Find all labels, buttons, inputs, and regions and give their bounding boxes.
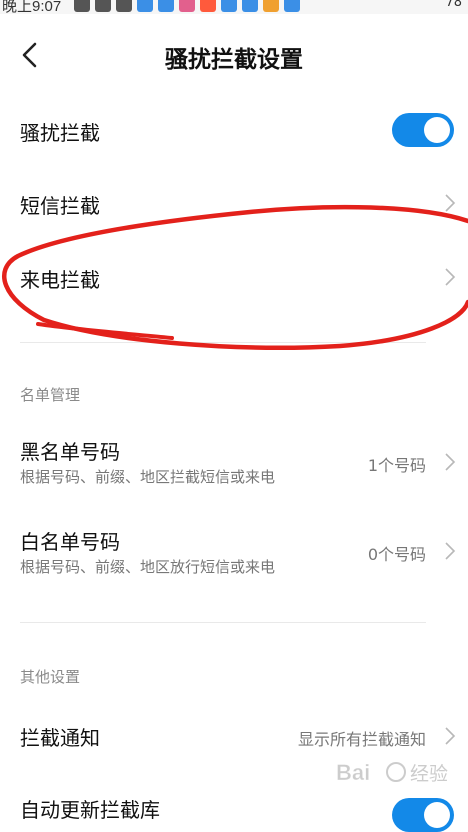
auto-update-row[interactable]: 自动更新拦截库 bbox=[0, 790, 468, 832]
divider bbox=[20, 342, 426, 343]
toggle-knob bbox=[424, 117, 450, 143]
app-icon bbox=[95, 0, 111, 12]
chevron-right-icon bbox=[445, 268, 456, 286]
block-notification-label: 拦截通知 bbox=[20, 726, 100, 750]
svg-text:经验: 经验 bbox=[410, 763, 448, 785]
status-time: 晚上9:07 bbox=[2, 0, 62, 14]
call-block-row[interactable]: 来电拦截 bbox=[0, 254, 468, 304]
harassment-block-toggle[interactable] bbox=[392, 113, 454, 147]
chevron-right-icon bbox=[445, 727, 456, 745]
blacklist-description: 根据号码、前缀、地区拦截短信或来电 bbox=[20, 468, 276, 486]
app-icon bbox=[116, 0, 132, 12]
header: 骚扰拦截设置 bbox=[0, 30, 468, 80]
app-icon bbox=[200, 0, 216, 12]
battery-level: 78 bbox=[445, 0, 462, 10]
svg-text:Bai: Bai bbox=[336, 760, 370, 785]
app-icon bbox=[284, 0, 300, 12]
auto-update-label: 自动更新拦截库 bbox=[20, 798, 160, 822]
sms-block-row[interactable]: 短信拦截 bbox=[0, 180, 468, 230]
call-block-label: 来电拦截 bbox=[20, 268, 100, 292]
whitelist-description: 根据号码、前缀、地区放行短信或来电 bbox=[20, 558, 276, 576]
app-icon bbox=[242, 0, 258, 12]
app-icon bbox=[158, 0, 174, 12]
app-icon bbox=[137, 0, 153, 12]
chevron-right-icon bbox=[445, 453, 456, 471]
notification-icons bbox=[74, 0, 300, 12]
app-icon bbox=[74, 0, 90, 12]
whitelist-label: 白名单号码 bbox=[20, 530, 120, 554]
whitelist-row[interactable]: 白名单号码 根据号码、前缀、地区放行短信或来电 0个号码 bbox=[0, 523, 468, 583]
app-icon bbox=[263, 0, 279, 12]
harassment-block-row[interactable]: 骚扰拦截 bbox=[0, 105, 468, 155]
blacklist-row[interactable]: 黑名单号码 根据号码、前缀、地区拦截短信或来电 1个号码 bbox=[0, 434, 468, 494]
toggle-knob bbox=[424, 802, 450, 828]
blacklist-count: 1个号码 bbox=[367, 456, 426, 475]
page-title: 骚扰拦截设置 bbox=[165, 47, 303, 73]
status-bar: 晚上9:07 78 bbox=[0, 0, 468, 14]
chevron-right-icon bbox=[445, 542, 456, 560]
sms-block-label: 短信拦截 bbox=[20, 194, 100, 218]
block-notification-value: 显示所有拦截通知 bbox=[297, 730, 426, 749]
baidu-jingyan-watermark: Bai 经验 bbox=[336, 760, 448, 786]
app-icon bbox=[179, 0, 195, 12]
blacklist-label: 黑名单号码 bbox=[20, 440, 120, 464]
divider bbox=[20, 622, 426, 623]
list-section-title: 名单管理 bbox=[20, 386, 81, 404]
whitelist-count: 0个号码 bbox=[367, 545, 426, 564]
other-section-title: 其他设置 bbox=[20, 668, 81, 686]
harassment-block-label: 骚扰拦截 bbox=[20, 121, 100, 145]
app-icon bbox=[221, 0, 237, 12]
auto-update-toggle[interactable] bbox=[392, 798, 454, 832]
chevron-right-icon bbox=[445, 194, 456, 212]
